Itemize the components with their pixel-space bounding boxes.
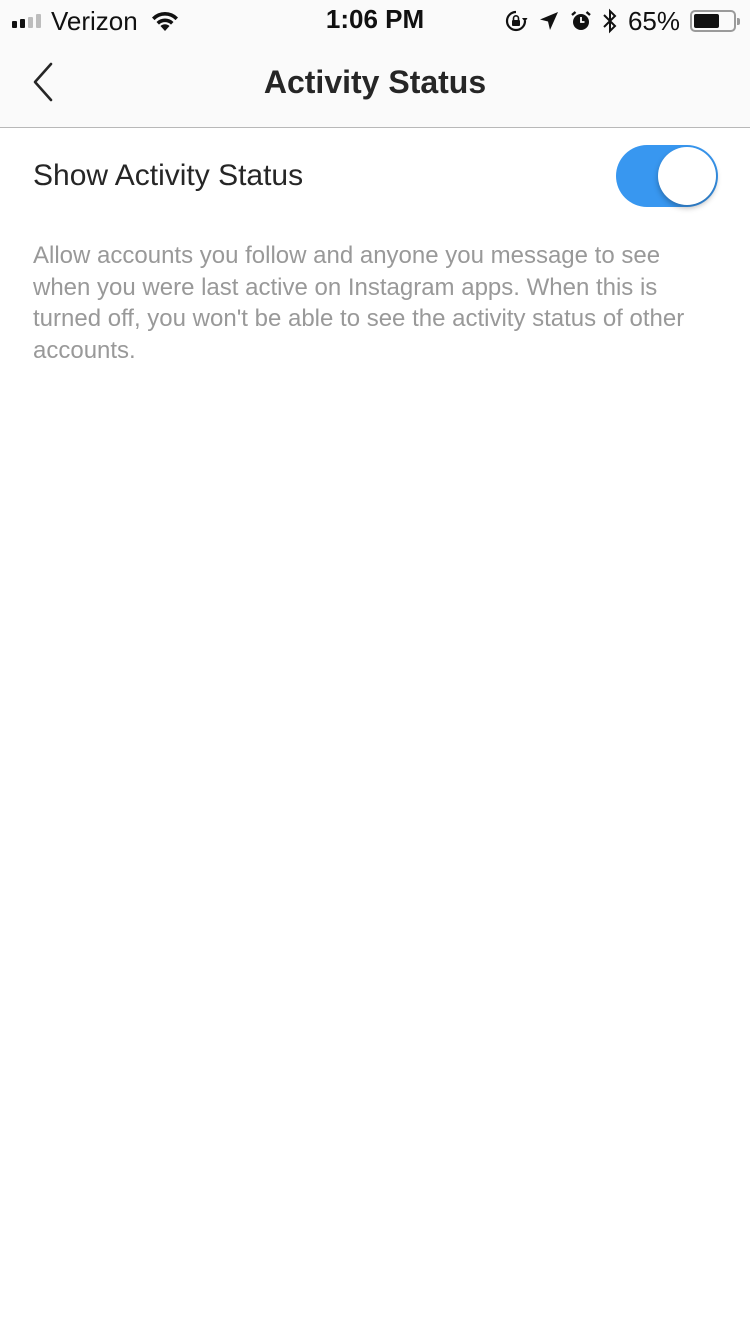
setting-description: Allow accounts you follow and anyone you… bbox=[33, 242, 685, 364]
cell-signal-icon bbox=[12, 14, 41, 28]
status-bar-left: Verizon bbox=[12, 6, 180, 36]
activity-status-toggle[interactable] bbox=[616, 145, 718, 207]
bluetooth-icon bbox=[603, 8, 617, 34]
status-bar-right: 65% bbox=[504, 5, 740, 36]
orientation-lock-icon bbox=[505, 10, 528, 32]
battery-percentage: 65% bbox=[627, 5, 680, 36]
back-button[interactable] bbox=[18, 54, 68, 110]
status-bar: Verizon 1:06 PM 65% bbox=[0, 0, 750, 40]
wifi-icon bbox=[151, 11, 178, 31]
carrier-name: Verizon bbox=[51, 5, 138, 36]
chevron-left-icon bbox=[33, 62, 53, 102]
navigation-bar: Activity Status bbox=[0, 40, 750, 128]
setting-label: Show Activity Status bbox=[33, 159, 304, 192]
toggle-knob[interactable] bbox=[658, 147, 716, 205]
battery-icon bbox=[690, 10, 740, 32]
alarm-clock-icon bbox=[571, 11, 591, 30]
battery-fill bbox=[694, 14, 719, 28]
location-arrow-icon bbox=[539, 12, 558, 30]
page-title: Activity Status bbox=[263, 64, 487, 100]
